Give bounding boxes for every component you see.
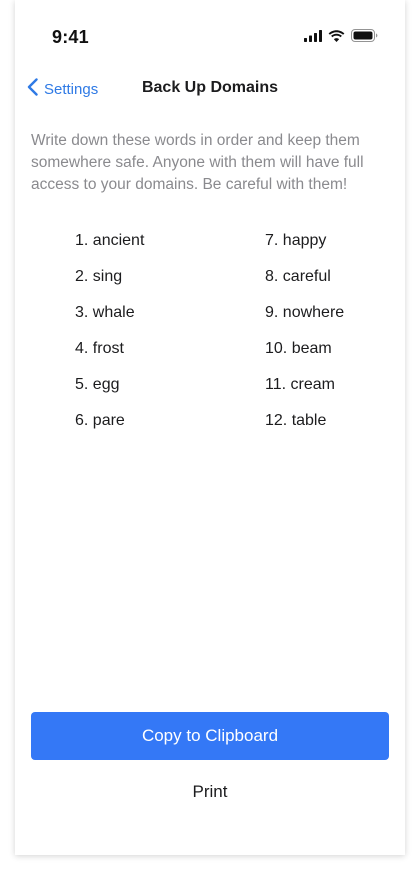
recovery-word: 2. sing: [75, 268, 123, 285]
recovery-word: 3. whale: [75, 304, 135, 321]
backup-instructions: Write down these words in order and keep…: [31, 132, 364, 193]
recovery-word: 7. happy: [265, 232, 327, 249]
status-bar: 9:41: [15, 0, 405, 60]
status-icons: [304, 29, 378, 47]
status-time: 9:41: [52, 27, 89, 47]
page-title: Back Up Domains: [141, 79, 279, 96]
copy-to-clipboard-button[interactable]: Copy to Clipboard: [31, 712, 389, 760]
recovery-word: 4. frost: [75, 340, 124, 357]
recovery-word: 8. careful: [265, 268, 331, 285]
recovery-word: 5. egg: [75, 376, 120, 393]
recovery-word: 11. cream: [265, 376, 335, 393]
recovery-word: 1. ancient: [75, 232, 145, 249]
navigation-bar: Settings Back Up Domains: [15, 70, 405, 110]
wifi-icon: [328, 29, 345, 47]
recovery-word: 9. nowhere: [265, 304, 345, 321]
battery-icon: [351, 29, 378, 47]
phone-screen: 9:41 Settings Back Up Domains Write down…: [15, 0, 405, 855]
recovery-word: 12. table: [265, 412, 327, 429]
recovery-word: 6. pare: [75, 412, 125, 429]
cellular-signal-icon: [304, 29, 322, 47]
recovery-word: 10. beam: [265, 340, 332, 357]
print-button[interactable]: Print: [31, 772, 389, 812]
